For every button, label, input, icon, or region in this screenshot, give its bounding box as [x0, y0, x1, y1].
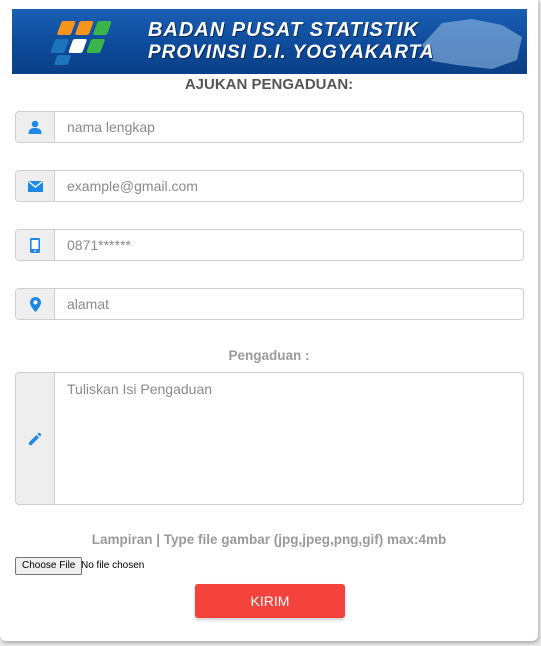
bps-logo — [50, 21, 112, 65]
attachment-label: Lampiran | Type file gambar (jpg,jpeg,pn… — [91, 532, 447, 547]
submit-button[interactable]: KIRIM — [195, 584, 345, 618]
mobile-phone-icon — [16, 230, 55, 260]
name-field — [15, 111, 524, 143]
email-input[interactable] — [55, 171, 523, 201]
complaint-field — [15, 372, 524, 505]
name-input[interactable] — [55, 112, 523, 142]
banner-subtitle: PROVINSI D.I. YOGYAKARTA — [148, 42, 435, 63]
email-field — [15, 170, 524, 202]
envelope-icon — [16, 171, 55, 201]
form-title: AJUKAN PENGADUAN: — [184, 76, 354, 93]
file-status: No file chosen — [81, 560, 145, 571]
phone-input[interactable] — [55, 230, 523, 260]
address-input[interactable] — [55, 289, 523, 319]
complaint-label: Pengaduan : — [228, 348, 310, 363]
phone-field — [15, 229, 524, 261]
pencil-icon — [16, 373, 55, 504]
map-marker-icon — [16, 289, 55, 319]
choose-file-button[interactable]: Choose File — [15, 557, 83, 575]
banner-title: BADAN PUSAT STATISTIK — [148, 19, 419, 41]
address-field — [15, 288, 524, 320]
complaint-form-card: BADAN PUSAT STATISTIK PROVINSI D.I. YOGY… — [0, 0, 538, 641]
user-icon — [16, 112, 55, 142]
header-banner: BADAN PUSAT STATISTIK PROVINSI D.I. YOGY… — [12, 9, 527, 74]
complaint-textarea[interactable] — [55, 373, 523, 504]
